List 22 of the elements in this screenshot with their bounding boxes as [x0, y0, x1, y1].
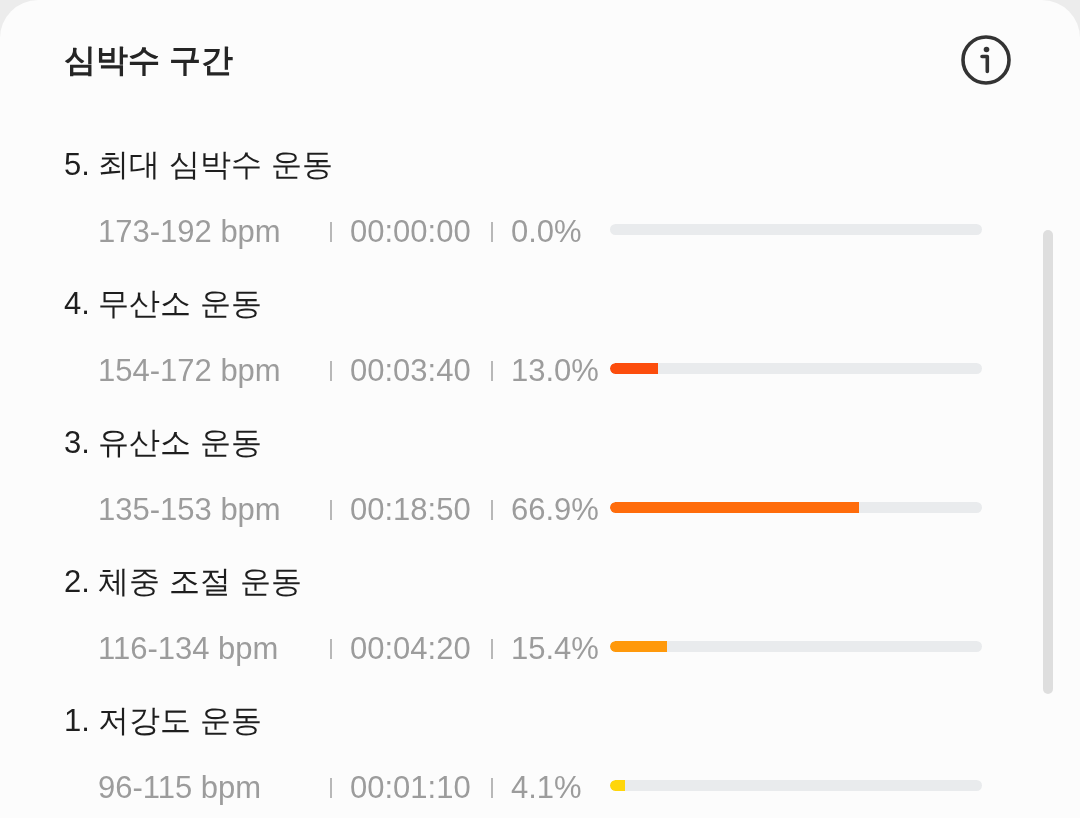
zone-name: 3. 유산소 운동: [64, 424, 263, 462]
zone-duration: 00:01:10: [350, 769, 472, 807]
zone-duration: 00:04:20: [350, 630, 472, 668]
zone-percent: 15.4%: [511, 630, 600, 668]
bpm-range: 116-134 bpm: [98, 630, 280, 668]
zone-percent: 66.9%: [511, 491, 600, 529]
bpm-range: 154-172 bpm: [98, 352, 282, 390]
bpm-range: 135-153 bpm: [98, 491, 282, 529]
zone-percent: 13.0%: [511, 352, 600, 390]
zone-duration: 00:00:00: [350, 213, 472, 251]
bpm-range: 173-192 bpm: [98, 213, 282, 251]
zone-name: 2. 체중 조절 운동: [64, 563, 302, 601]
bpm-range: 96-115 bpm: [98, 769, 263, 807]
zone-name: 1. 저강도 운동: [64, 702, 263, 740]
zone-duration: 00:03:40: [350, 352, 472, 390]
zone-percent: 4.1%: [511, 769, 583, 807]
zone-duration: 00:18:50: [350, 491, 472, 529]
card-title: 심박수 구간: [64, 41, 233, 80]
zone-name: 4. 무산소 운동: [64, 285, 263, 323]
zone-percent: 0.0%: [511, 213, 583, 251]
info-icon[interactable]: [961, 35, 1011, 85]
zone-name: 5. 최대 심박수 운동: [64, 146, 333, 184]
